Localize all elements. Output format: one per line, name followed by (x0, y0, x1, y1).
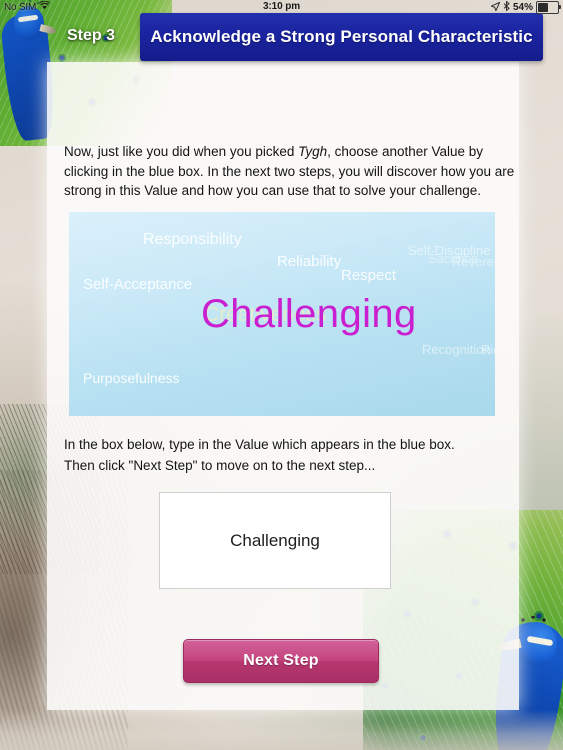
status-bar-clock: 3:10 pm (262, 1, 301, 12)
peacock-bottom-right-crest-icon (519, 616, 549, 628)
instructions-line-1: In the box below, type in the Value whic… (64, 437, 455, 452)
value-input-text: Challenging (230, 530, 320, 550)
wordcloud-word[interactable]: Respect (341, 267, 396, 284)
wordcloud-word[interactable]: Reliability (277, 253, 341, 270)
bottom-decoration-strip (0, 710, 563, 750)
wordcloud-selected-word[interactable]: Challenging (201, 292, 417, 337)
wordcloud-word[interactable]: Righteousness (481, 342, 495, 357)
page-title: Acknowledge a Strong Personal Characteri… (150, 27, 533, 46)
intro-paragraph: Now, just like you did when you picked T… (64, 142, 526, 201)
bluetooth-icon (503, 0, 510, 14)
header-bar: Acknowledge a Strong Personal Characteri… (140, 13, 543, 61)
intro-text-part1: Now, just like you did when you picked (64, 144, 299, 159)
wordcloud-word[interactable]: Purposefulness (83, 370, 180, 386)
wordcloud-word[interactable]: Responsibility (143, 231, 242, 249)
app-root: No SIM 3:10 pm 54% Acknowledge a Strong … (0, 0, 563, 750)
battery-fill (538, 3, 549, 12)
status-bar-right: 54% (490, 0, 561, 14)
location-arrow-icon (490, 0, 501, 14)
wordcloud-word[interactable]: Self-Acceptance (83, 276, 192, 293)
battery-percent-label: 54% (512, 2, 533, 13)
next-step-label: Next Step (243, 652, 319, 669)
value-input-box[interactable]: Challenging (159, 492, 391, 589)
status-bar: No SIM 3:10 pm 54% (0, 0, 563, 14)
step-indicator: Step 3 (67, 27, 116, 44)
battery-icon (536, 1, 561, 14)
instructions-line-2: Then click "Next Step" to move on to the… (64, 458, 376, 473)
value-wordcloud[interactable]: Responsibility Reliability Respect Self-Acc… (69, 212, 495, 416)
wordcloud-word[interactable]: Reverence (452, 254, 495, 269)
next-step-button[interactable]: Next Step (183, 639, 379, 683)
intro-emphasis-word: Tygh (298, 144, 328, 159)
instructions-paragraph: In the box below, type in the Value whic… (64, 434, 504, 476)
